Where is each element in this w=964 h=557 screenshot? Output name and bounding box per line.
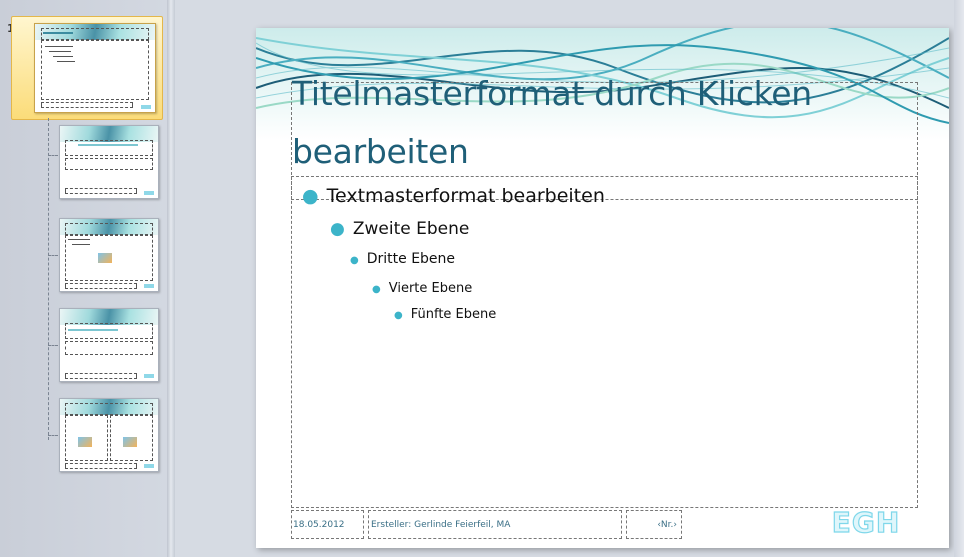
text-level-2[interactable]: ● Zweite Ebene <box>330 219 469 239</box>
thumbnail-text-line <box>57 61 75 62</box>
layout-thumbnail-section-header[interactable] <box>59 308 159 382</box>
thumbnail-title-placeholder <box>41 28 149 40</box>
right-scroll-edge <box>954 0 964 557</box>
layout-thumbnail-title-slide[interactable] <box>59 125 159 199</box>
thumbnail-footer-placeholder <box>65 188 137 194</box>
thumbnail-body-placeholder <box>41 40 149 100</box>
master-thumbnail-selected[interactable] <box>11 16 163 120</box>
connector-branch <box>48 435 58 436</box>
footer-creator-text: Ersteller: Gerlinde Feierfeil, MA <box>371 520 511 530</box>
thumbnail-text-line <box>45 46 73 47</box>
thumbnail-logo <box>144 191 154 195</box>
master-thumbnail[interactable] <box>34 23 156 113</box>
thumbnail-content-icons <box>98 253 112 263</box>
thumbnail-title-placeholder <box>65 223 153 235</box>
thumbnail-content-icons <box>78 437 92 447</box>
thumbnail-text-line <box>68 239 90 240</box>
thumbnail-content-icons <box>123 437 137 447</box>
thumbnail-title-placeholder <box>65 403 153 415</box>
thumbnail-logo <box>144 464 154 468</box>
thumbnail-title-line <box>68 329 118 331</box>
text-level-1-label: Textmasterformat bearbeiten <box>326 185 605 207</box>
footer-number-text: ‹Nr.› <box>657 520 677 530</box>
body-text-placeholder[interactable]: ● Textmasterformat bearbeiten ● Zweite Ebe… <box>291 176 918 508</box>
pane-splitter[interactable] <box>167 0 175 557</box>
date-placeholder[interactable]: 18.05.2012 <box>291 510 364 539</box>
layout-thumbnail-two-content[interactable] <box>59 398 159 472</box>
text-level-5[interactable]: ● Fünfte Ebene <box>394 307 496 322</box>
text-level-4[interactable]: ● Vierte Ebene <box>372 281 472 296</box>
thumbnail-subtitle-placeholder <box>65 158 153 170</box>
thumbnail-logo <box>144 374 154 378</box>
connector-branch <box>48 345 58 346</box>
thumbnail-title-placeholder <box>65 140 153 156</box>
text-level-2-label: Zweite Ebene <box>352 219 470 239</box>
thumbnail-text-placeholder <box>65 341 153 355</box>
thumbnail-footer-placeholder <box>41 102 133 108</box>
slide-thumbnails-pane[interactable]: 1 <box>0 0 167 557</box>
thumbnail-text-line <box>72 244 90 245</box>
thumbnail-title-line <box>43 32 73 34</box>
layout-connector-line <box>48 118 50 440</box>
footer-placeholder[interactable]: Ersteller: Gerlinde Feierfeil, MA <box>368 510 622 539</box>
thumbnail-logo <box>144 284 154 288</box>
thumbnail-footer-placeholder <box>65 373 137 379</box>
thumbnail-logo <box>141 105 151 109</box>
slide-number-placeholder[interactable]: ‹Nr.› <box>626 510 682 539</box>
connector-branch <box>48 255 58 256</box>
connector-branch <box>48 155 58 156</box>
text-level-1[interactable]: ● Textmasterformat bearbeiten <box>302 185 605 207</box>
bullet-icon: ● <box>372 284 381 295</box>
thumbnail-title-placeholder <box>65 323 153 339</box>
footer-date-text: 18.05.2012 <box>293 520 345 530</box>
thumbnail-footer-placeholder <box>65 283 137 289</box>
bullet-icon: ● <box>302 185 319 207</box>
slide-title[interactable]: Titelmasterformat durch Klicken bearbeit… <box>292 65 917 181</box>
egh-logo: EGH <box>831 505 901 539</box>
slide-master-canvas[interactable]: Titelmasterformat durch Klicken bearbeit… <box>256 28 949 548</box>
thumbnail-footer-placeholder <box>65 463 137 469</box>
text-level-3-label: Dritte Ebene <box>366 251 456 267</box>
layout-thumbnail-title-content[interactable] <box>59 218 159 292</box>
thumbnail-title-line <box>78 144 138 146</box>
text-level-4-label: Vierte Ebene <box>388 281 473 296</box>
bullet-icon: ● <box>350 255 359 266</box>
thumbnail-text-line <box>49 51 71 52</box>
text-level-5-label: Fünfte Ebene <box>410 307 497 322</box>
bullet-icon: ● <box>394 310 403 321</box>
text-level-3[interactable]: ● Dritte Ebene <box>350 251 455 267</box>
thumbnail-text-line <box>53 56 73 57</box>
bullet-icon: ● <box>330 219 345 239</box>
